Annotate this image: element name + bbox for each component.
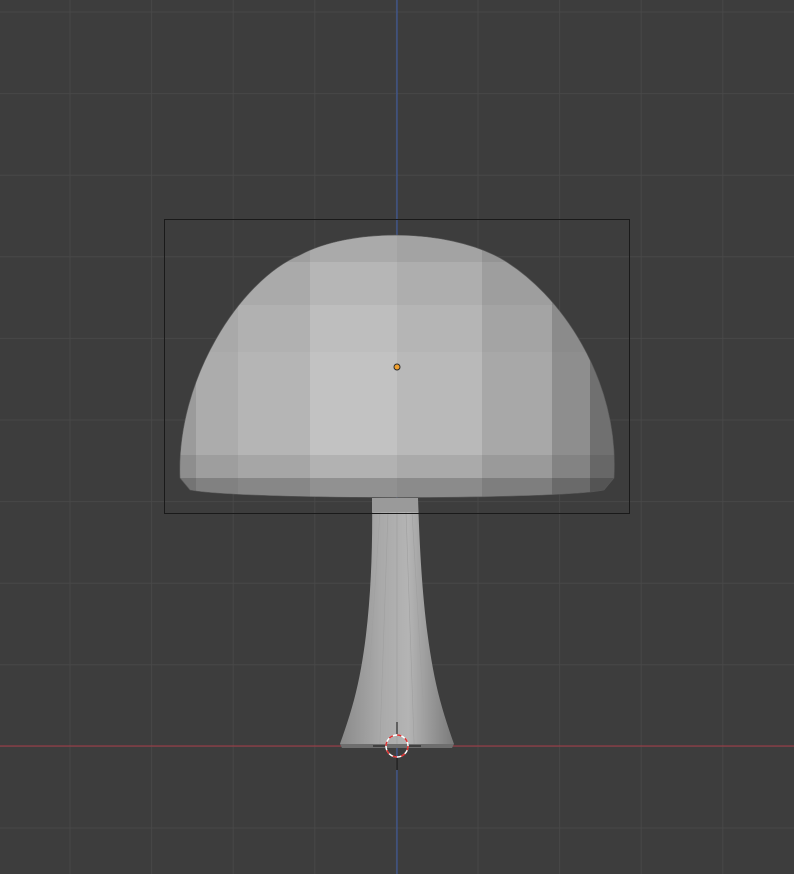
- cap-face: [238, 405, 311, 456]
- mushroom-cap[interactable]: [176, 225, 619, 501]
- cap-face: [310, 405, 398, 456]
- cap-face: [196, 305, 239, 353]
- cap-face: [397, 235, 483, 263]
- cap-face: [179, 305, 197, 353]
- mushroom-stem[interactable]: [340, 498, 454, 748]
- cap-face: [179, 478, 197, 498]
- cap-face: [590, 405, 615, 456]
- cap-face: [310, 352, 398, 406]
- cap-face: [179, 455, 197, 479]
- cap-face: [179, 352, 197, 406]
- cap-face: [238, 305, 311, 353]
- cap-face: [310, 262, 398, 306]
- cap-face: [196, 262, 239, 306]
- cap-face: [196, 405, 239, 456]
- cap-face: [238, 455, 311, 479]
- cap-face: [590, 352, 615, 406]
- cap-face: [196, 455, 239, 479]
- cap-face: [196, 352, 239, 406]
- cap-face: [552, 352, 591, 406]
- cap-face: [482, 455, 553, 479]
- cap-face: [397, 352, 483, 406]
- cap-face: [179, 262, 197, 306]
- cap-face: [482, 352, 553, 406]
- cap-face: [552, 478, 591, 498]
- cap-face: [310, 305, 398, 353]
- cap-face: [397, 305, 483, 353]
- cap-face: [552, 455, 591, 479]
- cap-face: [552, 305, 591, 353]
- cap-face: [310, 235, 398, 263]
- cap-face: [482, 405, 553, 456]
- 3d-viewport[interactable]: [0, 0, 794, 874]
- cap-face: [179, 405, 197, 456]
- cap-face: [590, 262, 615, 306]
- cap-face: [196, 478, 239, 498]
- cap-face: [552, 405, 591, 456]
- cap-face: [482, 478, 553, 498]
- viewport-canvas[interactable]: [0, 0, 794, 874]
- cap-face: [590, 305, 615, 353]
- cap-face: [397, 455, 483, 479]
- cap-face: [238, 262, 311, 306]
- cap-face: [238, 352, 311, 406]
- cap-face: [397, 405, 483, 456]
- cap-face: [552, 262, 591, 306]
- cap-face: [397, 262, 483, 306]
- object-origin-dot[interactable]: [393, 363, 401, 371]
- cap-face: [238, 478, 311, 498]
- cap-face: [310, 455, 398, 479]
- cap-face: [482, 262, 553, 306]
- cap-face: [482, 305, 553, 353]
